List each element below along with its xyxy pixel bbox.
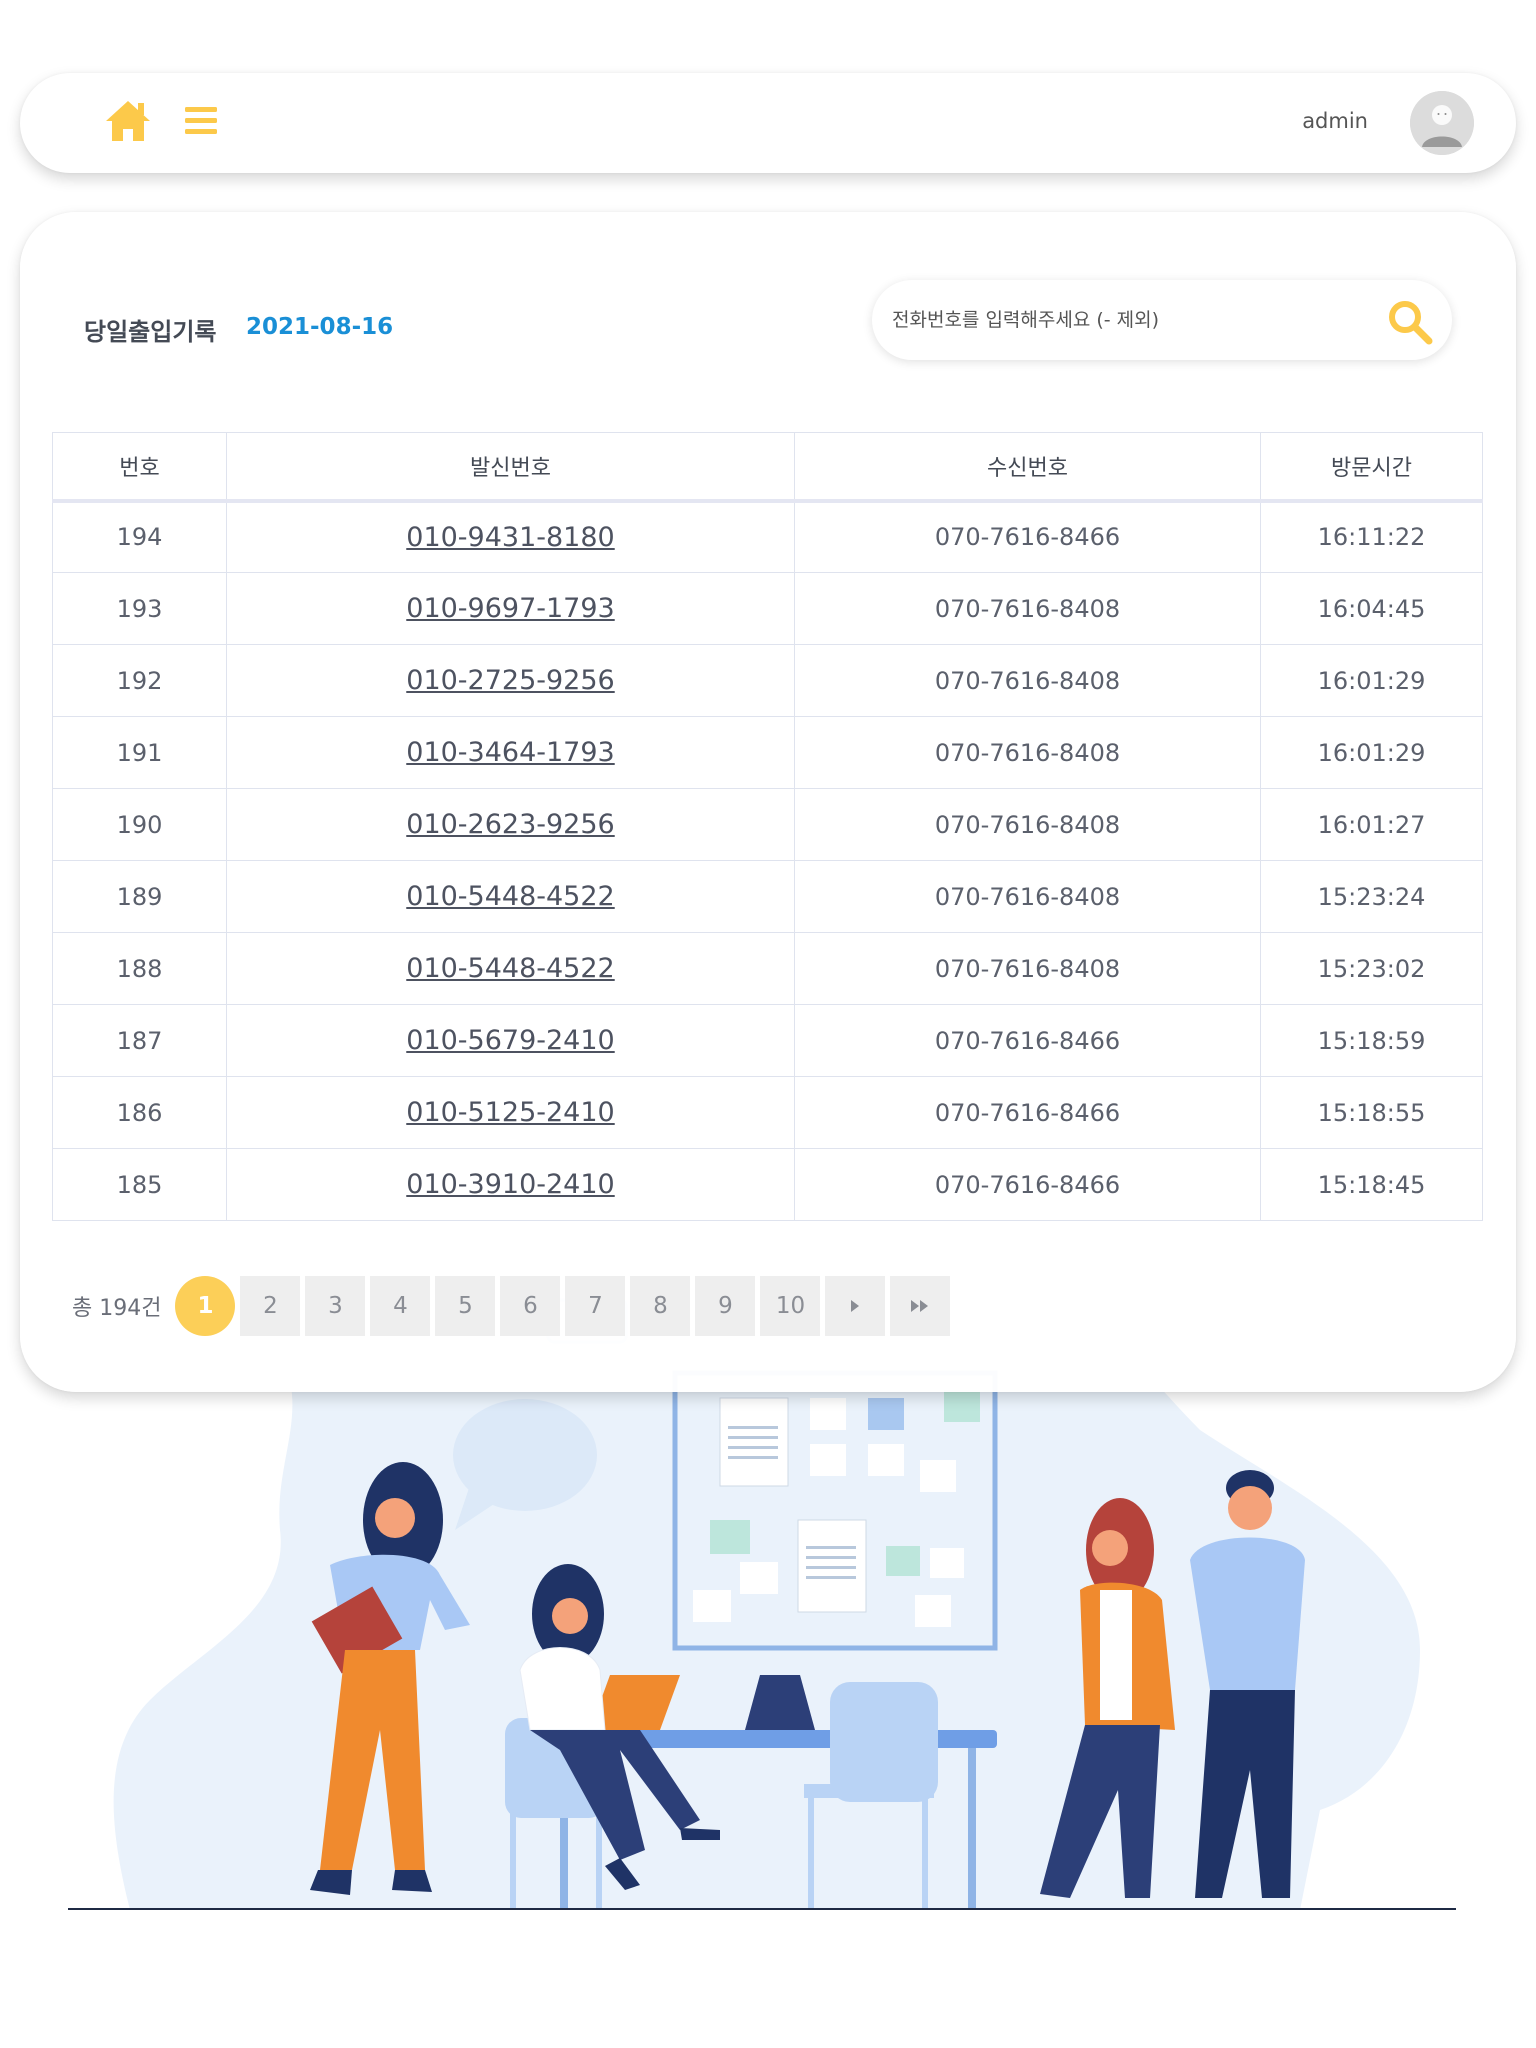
receiver-number: 070-7616-8466 bbox=[794, 1004, 1261, 1077]
caller-number-link[interactable]: 010-2623-9256 bbox=[406, 809, 614, 840]
table-row: 193 010-9697-1793 070-7616-8408 16:04:45 bbox=[52, 572, 1483, 645]
table-row: 188 010-5448-4522 070-7616-8408 15:23:02 bbox=[52, 932, 1483, 1005]
home-icon[interactable] bbox=[104, 99, 152, 143]
page-date: 2021-08-16 bbox=[246, 314, 394, 340]
visit-time: 16:01:29 bbox=[1260, 716, 1483, 789]
row-number: 185 bbox=[52, 1148, 227, 1221]
caller-number-link[interactable]: 010-5679-2410 bbox=[406, 1025, 614, 1056]
visit-time: 15:18:59 bbox=[1260, 1004, 1483, 1077]
visit-time: 16:11:22 bbox=[1260, 500, 1483, 573]
receiver-number: 070-7616-8408 bbox=[794, 860, 1261, 933]
receiver-number: 070-7616-8408 bbox=[794, 644, 1261, 717]
caller-number-link[interactable]: 010-9431-8180 bbox=[406, 522, 614, 553]
visit-time: 16:04:45 bbox=[1260, 572, 1483, 645]
search-icon[interactable] bbox=[1386, 298, 1434, 346]
receiver-number: 070-7616-8466 bbox=[794, 500, 1261, 573]
visit-time: 15:18:55 bbox=[1260, 1076, 1483, 1149]
table-row: 191 010-3464-1793 070-7616-8408 16:01:29 bbox=[52, 716, 1483, 789]
column-header-number: 번호 bbox=[52, 432, 227, 503]
page-button-8[interactable]: 8 bbox=[630, 1276, 691, 1336]
table-row: 194 010-9431-8180 070-7616-8466 16:11:22 bbox=[52, 500, 1483, 573]
last-page-icon[interactable] bbox=[890, 1276, 951, 1336]
row-number: 191 bbox=[52, 716, 227, 789]
table-header-row: 번호 발신번호 수신번호 방문시간 bbox=[52, 432, 1483, 503]
caller-number-link[interactable]: 010-5448-4522 bbox=[406, 953, 614, 984]
page-button-2[interactable]: 2 bbox=[240, 1276, 301, 1336]
receiver-number: 070-7616-8466 bbox=[794, 1148, 1261, 1221]
phone-search-input[interactable] bbox=[892, 298, 1352, 342]
caller-number-link[interactable]: 010-2725-9256 bbox=[406, 665, 614, 696]
receiver-number: 070-7616-8408 bbox=[794, 788, 1261, 861]
user-avatar-icon[interactable] bbox=[1410, 91, 1474, 155]
column-header-caller: 발신번호 bbox=[226, 432, 795, 503]
row-number: 194 bbox=[52, 500, 227, 573]
page-button-1[interactable]: 1 bbox=[175, 1276, 236, 1336]
receiver-number: 070-7616-8408 bbox=[794, 716, 1261, 789]
visit-time: 15:23:02 bbox=[1260, 932, 1483, 1005]
table-row: 186 010-5125-2410 070-7616-8466 15:18:55 bbox=[52, 1076, 1483, 1149]
user-name-label: admin bbox=[1302, 109, 1368, 133]
caller-number-link[interactable]: 010-5125-2410 bbox=[406, 1097, 614, 1128]
search-box bbox=[872, 280, 1452, 360]
page-button-9[interactable]: 9 bbox=[695, 1276, 756, 1336]
top-header-bar: admin bbox=[20, 73, 1516, 173]
table-row: 187 010-5679-2410 070-7616-8466 15:18:59 bbox=[52, 1004, 1483, 1077]
page-button-10[interactable]: 10 bbox=[760, 1276, 821, 1336]
row-number: 187 bbox=[52, 1004, 227, 1077]
row-number: 190 bbox=[52, 788, 227, 861]
visit-time: 16:01:29 bbox=[1260, 644, 1483, 717]
table-row: 189 010-5448-4522 070-7616-8408 15:23:24 bbox=[52, 860, 1483, 933]
column-header-receiver: 수신번호 bbox=[794, 432, 1261, 503]
caller-number-link[interactable]: 010-5448-4522 bbox=[406, 881, 614, 912]
visit-time: 15:23:24 bbox=[1260, 860, 1483, 933]
page-button-6[interactable]: 6 bbox=[500, 1276, 561, 1336]
column-header-visit-time: 방문시간 bbox=[1260, 432, 1483, 503]
caller-number-link[interactable]: 010-9697-1793 bbox=[406, 593, 614, 624]
access-log-table: 번호 발신번호 수신번호 방문시간 194 010-9431-8180 070-… bbox=[52, 432, 1483, 1221]
page-button-3[interactable]: 3 bbox=[305, 1276, 366, 1336]
visit-time: 16:01:27 bbox=[1260, 788, 1483, 861]
receiver-number: 070-7616-8466 bbox=[794, 1076, 1261, 1149]
row-number: 188 bbox=[52, 932, 227, 1005]
row-number: 193 bbox=[52, 572, 227, 645]
row-number: 186 bbox=[52, 1076, 227, 1149]
total-count: 총 194건 bbox=[72, 1296, 162, 1321]
pagination: 총 194건 1 2 3 4 5 6 7 8 9 10 bbox=[72, 1276, 955, 1336]
next-page-icon[interactable] bbox=[825, 1276, 886, 1336]
receiver-number: 070-7616-8408 bbox=[794, 572, 1261, 645]
page-button-7[interactable]: 7 bbox=[565, 1276, 626, 1336]
table-row: 192 010-2725-9256 070-7616-8408 16:01:29 bbox=[52, 644, 1483, 717]
access-log-card: 당일출입기록 2021-08-16 번호 발신번호 수신번호 방문시간 bbox=[20, 212, 1516, 1392]
table-row: 185 010-3910-2410 070-7616-8466 15:18:45 bbox=[52, 1148, 1483, 1221]
table-row: 190 010-2623-9256 070-7616-8408 16:01:27 bbox=[52, 788, 1483, 861]
caller-number-link[interactable]: 010-3464-1793 bbox=[406, 737, 614, 768]
hamburger-menu-icon[interactable] bbox=[184, 103, 218, 139]
caller-number-link[interactable]: 010-3910-2410 bbox=[406, 1169, 614, 1200]
page-title: 당일출입기록 bbox=[84, 318, 217, 346]
row-number: 192 bbox=[52, 644, 227, 717]
page-button-4[interactable]: 4 bbox=[370, 1276, 431, 1336]
page-button-5[interactable]: 5 bbox=[435, 1276, 496, 1336]
receiver-number: 070-7616-8408 bbox=[794, 932, 1261, 1005]
visit-time: 15:18:45 bbox=[1260, 1148, 1483, 1221]
row-number: 189 bbox=[52, 860, 227, 933]
